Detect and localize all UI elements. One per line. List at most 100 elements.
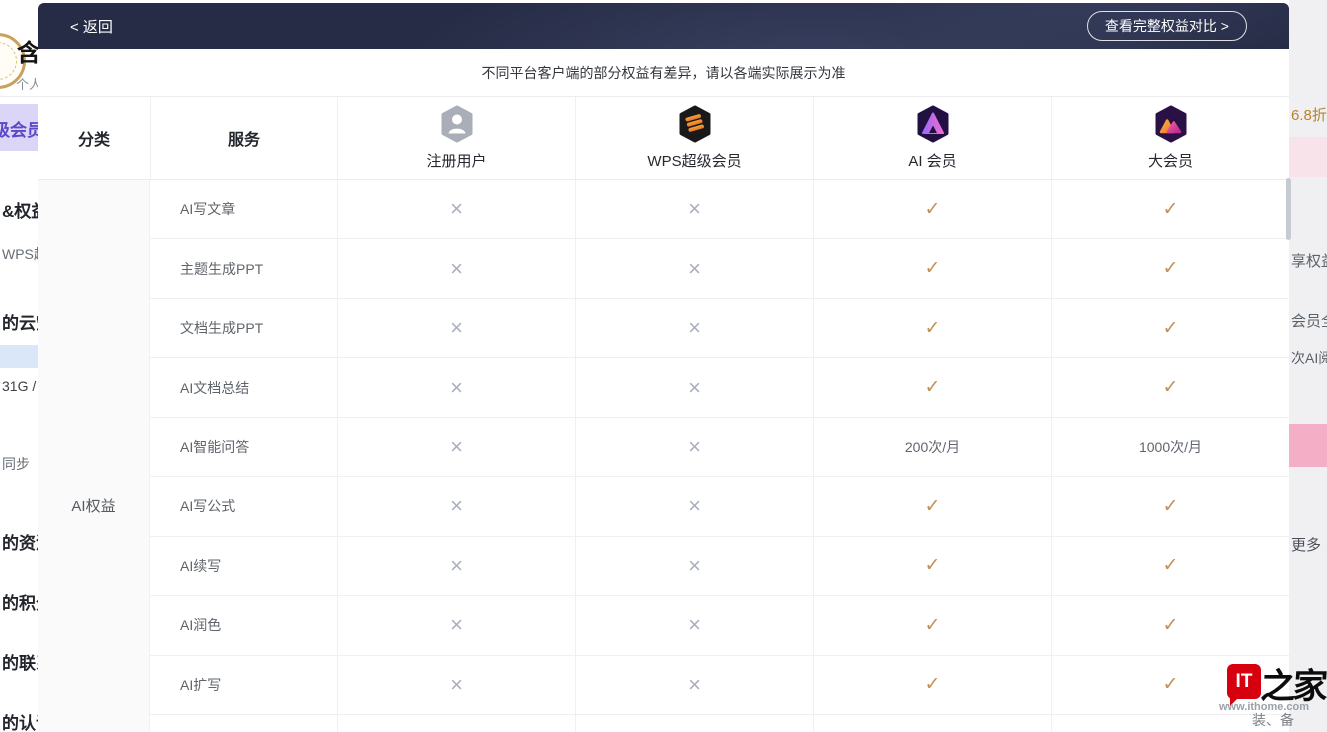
benefit-mark: × bbox=[688, 674, 701, 696]
benefit-mark: ✓ bbox=[925, 556, 941, 575]
benefit-mark: ✓ bbox=[925, 200, 941, 219]
column-header-ai-member: AI 会员 bbox=[813, 97, 1051, 179]
benefit-mark: ✓ bbox=[925, 259, 941, 278]
plan-value-cell: × bbox=[337, 596, 575, 654]
benefit-mark: 1000次/月 bbox=[1139, 437, 1202, 457]
benefit-mark: × bbox=[688, 317, 701, 339]
view-full-compare-button[interactable]: 查看完整权益对比 > bbox=[1087, 11, 1247, 41]
benefit-mark: × bbox=[450, 555, 463, 577]
plan-value-cell: × bbox=[337, 299, 575, 357]
bg-fragment-sync: 同步 bbox=[2, 454, 30, 474]
category-label: AI权益 bbox=[38, 495, 149, 516]
plan-value-cell: ✓ bbox=[813, 477, 1051, 535]
ai-member-icon bbox=[916, 105, 950, 143]
category-cell: AI权益 bbox=[38, 180, 150, 732]
column-header-service: 服务 bbox=[150, 97, 337, 179]
plan-value-cell: × bbox=[337, 656, 575, 714]
service-name: 文档生成PPT bbox=[150, 299, 337, 357]
plan-value-cell: ✓ bbox=[813, 180, 1051, 238]
plan-value-cell: ✓ bbox=[813, 656, 1051, 714]
bg-fragment-more: 更多 bbox=[1291, 534, 1321, 555]
benefit-mark: ✓ bbox=[925, 319, 941, 338]
benefit-mark: × bbox=[450, 436, 463, 458]
service-name: AI智能问答 bbox=[150, 418, 337, 476]
bg-fragment-resources: 的资源 bbox=[2, 529, 38, 554]
benefit-mark: ✓ bbox=[1163, 200, 1179, 219]
table-row: 文档生成PPT × × ✓ ✓ bbox=[150, 299, 1289, 358]
column-header-big-member: 大会员 bbox=[1051, 97, 1289, 179]
plan-value-cell: ✓ bbox=[1051, 656, 1289, 714]
plan-name: WPS超级会员 bbox=[647, 150, 741, 171]
plan-name: 大会员 bbox=[1148, 150, 1193, 171]
plan-value-cell: × bbox=[575, 477, 813, 535]
table-row: AI扩写 × × ✓ ✓ bbox=[150, 656, 1289, 715]
column-header-wps-super-member: WPS超级会员 bbox=[575, 97, 813, 179]
benefit-mark: ✓ bbox=[925, 616, 941, 635]
plan-value-cell: ✓ bbox=[1051, 537, 1289, 595]
table-row: AI智能问答 × × 200次/月 1000次/月 bbox=[150, 418, 1289, 477]
plan-value-cell: ✓ bbox=[1051, 239, 1289, 297]
back-button[interactable]: < 返回 bbox=[70, 16, 113, 37]
notice-bar: 不同平台客户端的部分权益有差异，请以各端实际展示为准 bbox=[38, 49, 1289, 97]
benefit-mark: ✓ bbox=[1163, 556, 1179, 575]
plan-value-cell: 1000次/月 bbox=[1051, 418, 1289, 476]
benefit-mark: × bbox=[688, 377, 701, 399]
modal-header: < 返回 查看完整权益对比 > bbox=[38, 3, 1289, 49]
plan-value-cell: ✓ bbox=[1051, 180, 1289, 238]
plan-value-cell: × bbox=[337, 239, 575, 297]
benefit-mark: × bbox=[450, 377, 463, 399]
service-name: 主题生成PPT bbox=[150, 239, 337, 297]
pink-banner bbox=[1289, 424, 1327, 467]
benefit-mark: ✓ bbox=[1163, 497, 1179, 516]
plan-value-cell: ✓ bbox=[813, 299, 1051, 357]
plan-value-cell: ✓ bbox=[813, 537, 1051, 595]
plan-value-cell: × bbox=[575, 418, 813, 476]
bg-fragment-points: 的积分 bbox=[2, 589, 38, 614]
benefit-mark: × bbox=[688, 258, 701, 280]
plan-value-cell: 200次/月 bbox=[813, 418, 1051, 476]
table-row: AI续写 × × ✓ ✓ bbox=[150, 537, 1289, 596]
plan-value-cell: ✓ bbox=[813, 596, 1051, 654]
table-rows: AI写文章 × × ✓ ✓ 主题生成PPT × × ✓ ✓ 文档生成PPT × … bbox=[150, 180, 1289, 732]
scrollbar-thumb[interactable] bbox=[1286, 178, 1291, 240]
highlight-row bbox=[0, 345, 38, 368]
service-name bbox=[150, 715, 337, 732]
plan-value-cell bbox=[337, 715, 575, 732]
table-row: AI写公式 × × ✓ ✓ bbox=[150, 477, 1289, 536]
plan-value-cell bbox=[1051, 715, 1289, 732]
wps-super-member-icon bbox=[678, 105, 712, 143]
plan-value-cell: × bbox=[337, 358, 575, 416]
bg-fragment-title: 含 bbox=[17, 33, 38, 68]
benefit-mark: ✓ bbox=[1163, 616, 1179, 635]
service-name: AI文档总结 bbox=[150, 358, 337, 416]
benefit-mark: 200次/月 bbox=[905, 437, 960, 457]
plan-value-cell: × bbox=[575, 239, 813, 297]
table-body: AI权益 AI写文章 × × ✓ ✓ 主题生成PPT × × ✓ ✓ 文档生成P… bbox=[38, 180, 1289, 732]
plan-value-cell bbox=[575, 715, 813, 732]
divider bbox=[0, 96, 38, 97]
bg-fragment-wps: WPS超 bbox=[2, 244, 38, 264]
table-row: AI写文章 × × ✓ ✓ bbox=[150, 180, 1289, 239]
plan-value-cell: × bbox=[575, 656, 813, 714]
service-name: AI续写 bbox=[150, 537, 337, 595]
table-row-partial bbox=[150, 715, 1289, 732]
plan-value-cell: × bbox=[337, 537, 575, 595]
bg-fragment-subtitle: 个人 bbox=[16, 74, 38, 93]
table-row: AI文档总结 × × ✓ ✓ bbox=[150, 358, 1289, 417]
pink-banner bbox=[1289, 137, 1327, 177]
benefit-mark: × bbox=[450, 317, 463, 339]
table-header: 分类 服务 注册用户 WPS超级会员 bbox=[38, 97, 1289, 180]
service-name: AI扩写 bbox=[150, 656, 337, 714]
plan-value-cell: × bbox=[575, 180, 813, 238]
member-tab[interactable]: 级会员 bbox=[0, 104, 38, 151]
plan-value-cell: × bbox=[575, 537, 813, 595]
bg-fragment-rights: 享权益 bbox=[1291, 250, 1327, 271]
column-header-category: 分类 bbox=[38, 97, 150, 179]
plan-value-cell: × bbox=[575, 358, 813, 416]
bg-fragment-storage: 31G / bbox=[2, 378, 36, 394]
benefit-mark: × bbox=[688, 614, 701, 636]
benefit-mark: × bbox=[688, 495, 701, 517]
benefit-mark: × bbox=[688, 436, 701, 458]
benefit-mark: × bbox=[688, 198, 701, 220]
benefit-mark: ✓ bbox=[925, 378, 941, 397]
